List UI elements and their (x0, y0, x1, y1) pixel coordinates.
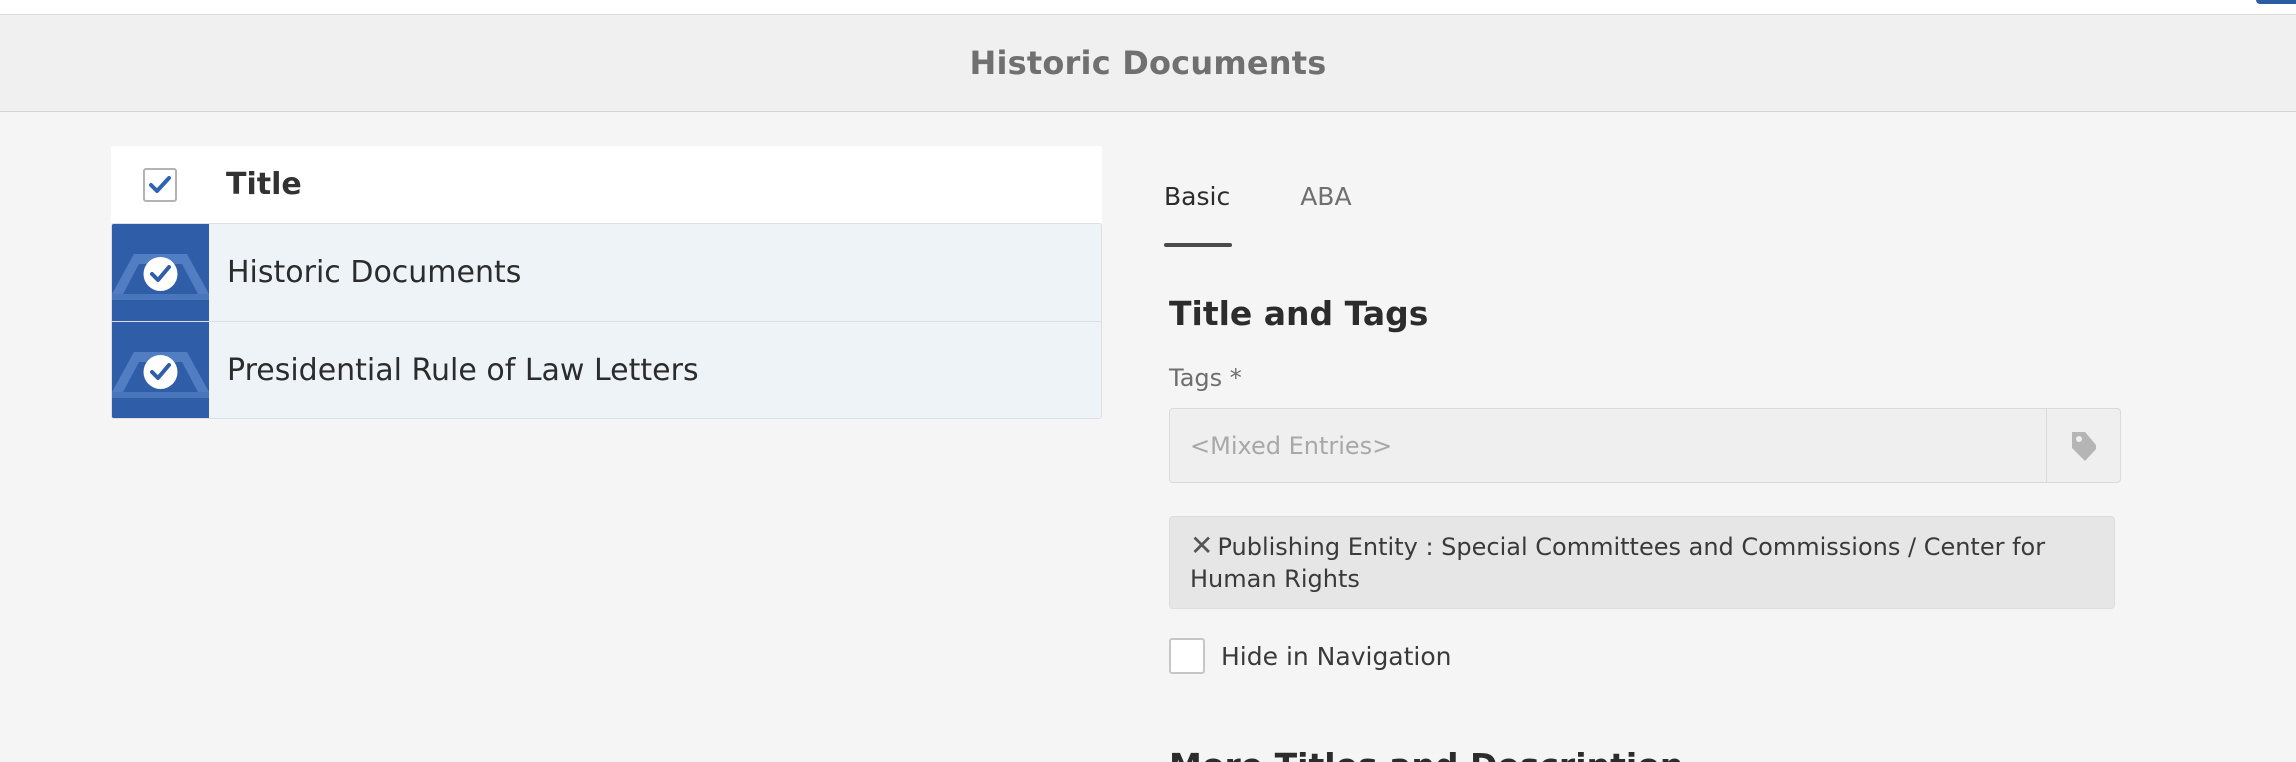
tab-basic[interactable]: Basic (1164, 146, 1233, 247)
top-bar (0, 0, 2296, 15)
properties-panel: Basic ABA Title and Tags Tags * ✕Publish… (1164, 146, 2124, 762)
more-titles-section-title: More Titles and Description (1169, 746, 1683, 762)
tags-input[interactable] (1170, 409, 2046, 482)
column-title[interactable]: Title (208, 167, 302, 202)
list-item-label: Historic Documents (227, 255, 522, 290)
tab-bar: Basic ABA (1164, 146, 2124, 247)
item-thumbnail[interactable] (112, 321, 209, 418)
tag-picker-button[interactable] (2046, 409, 2120, 482)
tag-icon (2071, 431, 2096, 461)
thumbnail-graphic (112, 321, 209, 418)
tab-aba[interactable]: ABA (1300, 146, 1351, 246)
select-all-checkbox[interactable] (142, 167, 177, 202)
select-all-wrap (111, 167, 208, 202)
list-rows: Historic Documents Presidential Rule of … (111, 223, 1102, 419)
thumbnail-graphic (112, 224, 209, 321)
list-item[interactable]: Historic Documents (112, 224, 1101, 321)
list-header: Title (111, 146, 1102, 223)
close-icon[interactable]: ✕ (1190, 529, 1213, 562)
tags-label: Tags * (1169, 364, 1242, 392)
title-bar: Historic Documents (0, 15, 2296, 112)
hide-navigation-checkbox[interactable] (1169, 638, 1205, 674)
tags-field (1169, 408, 2121, 483)
item-thumbnail[interactable] (112, 224, 209, 321)
list-item[interactable]: Presidential Rule of Law Letters (112, 321, 1101, 418)
top-bar-accent (2256, 0, 2296, 4)
hide-navigation-option[interactable]: Hide in Navigation (1169, 638, 1452, 674)
hide-navigation-label: Hide in Navigation (1221, 641, 1452, 671)
tag-chip-label: Publishing Entity : Special Committees a… (1190, 533, 2046, 593)
check-icon (148, 175, 171, 193)
section-title: Title and Tags (1169, 294, 1429, 333)
list-item-label: Presidential Rule of Law Letters (227, 352, 699, 388)
tag-chip: ✕ Publishing Entity : Special Committees … (1169, 516, 2115, 609)
page-title: Historic Documents (969, 44, 1327, 82)
selection-list: Title Historic Documents Presidential Ru… (111, 146, 1102, 419)
